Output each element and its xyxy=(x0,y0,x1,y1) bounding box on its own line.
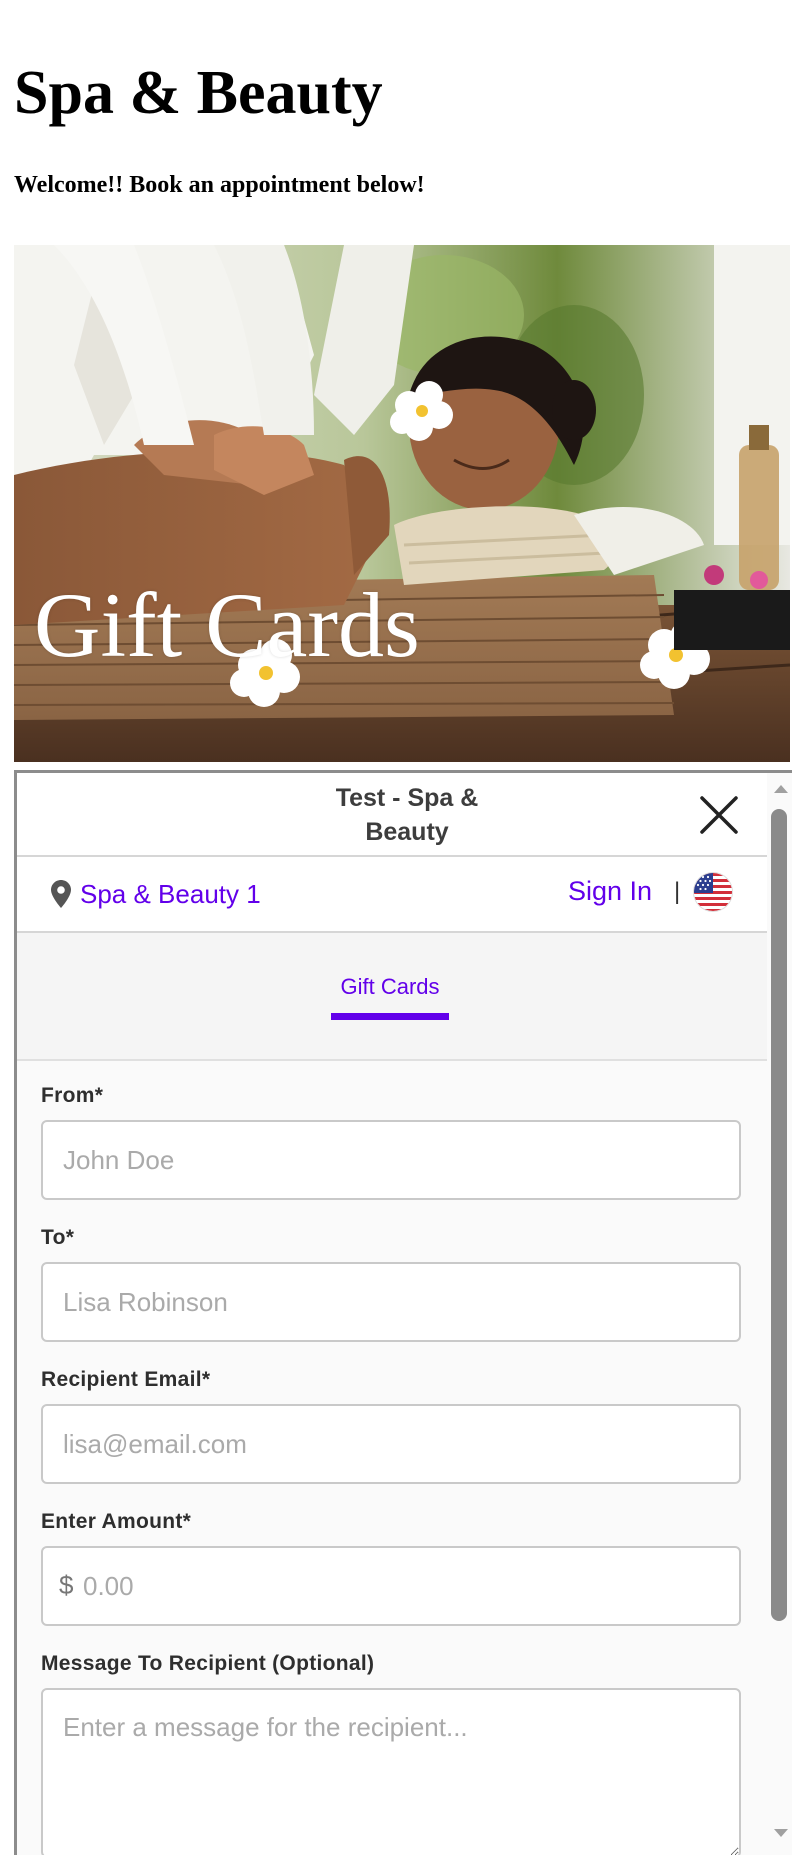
from-input[interactable] xyxy=(41,1120,741,1200)
from-label: From* xyxy=(41,1084,104,1107)
amount-field: $ xyxy=(41,1546,741,1626)
message-label: Message To Recipient (Optional) xyxy=(41,1652,375,1675)
tab-gift-cards[interactable]: Gift Cards xyxy=(331,973,449,1001)
to-label: To* xyxy=(41,1226,75,1249)
welcome-text: Welcome!! Book an appointment below! xyxy=(14,172,425,198)
widget-header: Test - Spa & Beauty xyxy=(17,773,767,857)
scrollbar-thumb[interactable] xyxy=(771,809,787,1621)
message-textarea[interactable] xyxy=(41,1688,741,1855)
hero-caption: Gift Cards xyxy=(34,574,420,676)
to-input[interactable] xyxy=(41,1262,741,1342)
page-title: Spa & Beauty xyxy=(14,59,383,127)
scroll-down-arrow-icon[interactable] xyxy=(774,1829,788,1837)
recipient-email-input[interactable] xyxy=(41,1404,741,1484)
amount-label: Enter Amount* xyxy=(41,1510,192,1533)
divider: | xyxy=(674,878,681,905)
sign-in-link[interactable]: Sign In xyxy=(568,875,652,907)
tabs-bar: Gift Cards xyxy=(17,933,767,1061)
location-selector[interactable]: Spa & Beauty 1 xyxy=(80,878,261,910)
location-row: Spa & Beauty 1 Sign In | xyxy=(17,857,767,933)
hero-image: Gift Cards xyxy=(14,245,790,762)
amount-input[interactable] xyxy=(41,1546,741,1626)
us-flag-icon[interactable] xyxy=(694,873,732,911)
widget-title: Test - Spa & Beauty xyxy=(335,784,479,846)
recipient-email-label: Recipient Email* xyxy=(41,1368,211,1391)
active-tab-indicator xyxy=(331,1013,449,1020)
currency-symbol: $ xyxy=(59,1570,74,1600)
spa-massage-illustration xyxy=(14,245,790,762)
widget-scrollbar[interactable] xyxy=(767,773,792,1855)
scroll-up-arrow-icon[interactable] xyxy=(774,785,788,793)
booking-widget: Test - Spa & Beauty Spa & Beauty 1 Sign … xyxy=(14,770,792,1855)
location-pin-icon xyxy=(51,880,71,908)
close-icon[interactable] xyxy=(697,793,741,837)
